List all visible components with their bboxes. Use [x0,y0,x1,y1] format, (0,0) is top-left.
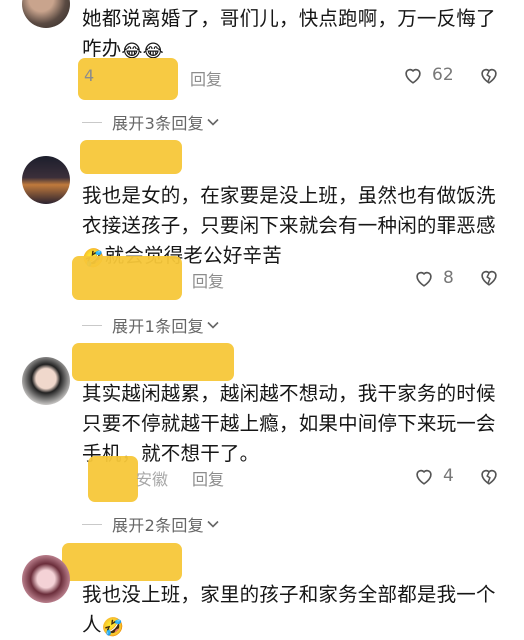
redacted-username [62,543,182,581]
avatar[interactable] [22,555,70,603]
comment-location: 安徽 [136,470,169,489]
expand-replies-label: 展开3条回复 [112,114,204,133]
broken-heart-icon[interactable] [478,266,500,288]
expand-replies-label: 展开1条回复 [112,317,204,336]
redacted-username [72,256,182,300]
expand-replies-label: 展开2条回复 [112,516,204,535]
avatar[interactable] [22,156,70,204]
expand-replies[interactable]: 展开2条回复 [82,512,220,536]
like-count: 8 [443,268,454,288]
redacted-username [80,140,182,174]
reply-button[interactable]: 回复 [190,66,222,90]
avatar[interactable] [22,0,70,28]
redacted-username [72,343,234,381]
like-button[interactable]: 8 [413,267,454,289]
reply-button[interactable]: 回复 [192,466,224,490]
divider-line [82,324,102,326]
comment-time: 4 [84,66,95,85]
divider-line [82,523,102,525]
divider-line [82,121,102,123]
redacted-username [88,456,138,502]
avatar[interactable] [22,357,70,405]
expand-replies[interactable]: 展开3条回复 [82,110,220,134]
like-count: 62 [432,65,454,85]
broken-heart-icon[interactable] [478,64,500,86]
expand-replies[interactable]: 展开1条回复 [82,313,220,337]
heart-outline-icon [405,68,421,84]
comment-text: 其实越闲越累，越闲越不想动，我干家务的时候只要不停就越干越上瘾，如果中间停下来玩… [82,382,496,465]
chevron-down-icon [207,321,219,329]
like-button[interactable]: 4 [413,465,454,487]
comment-text: 我也没上班，家里的孩子和家务全部都是我一个人🤣 [82,583,496,638]
like-button[interactable]: 62 [402,64,454,86]
rolling-laughing-emoji: 🤣 [101,617,125,638]
broken-heart-icon[interactable] [478,465,500,487]
chevron-down-icon [207,520,219,528]
like-count: 4 [443,466,454,486]
reply-button[interactable]: 回复 [192,268,224,292]
heart-outline-icon [416,469,432,485]
comment-text: 她都说离婚了，哥们儿，快点跑啊，万一反悔了咋办😂😂 [82,7,496,62]
heart-outline-icon [416,271,432,287]
chevron-down-icon [207,118,219,126]
